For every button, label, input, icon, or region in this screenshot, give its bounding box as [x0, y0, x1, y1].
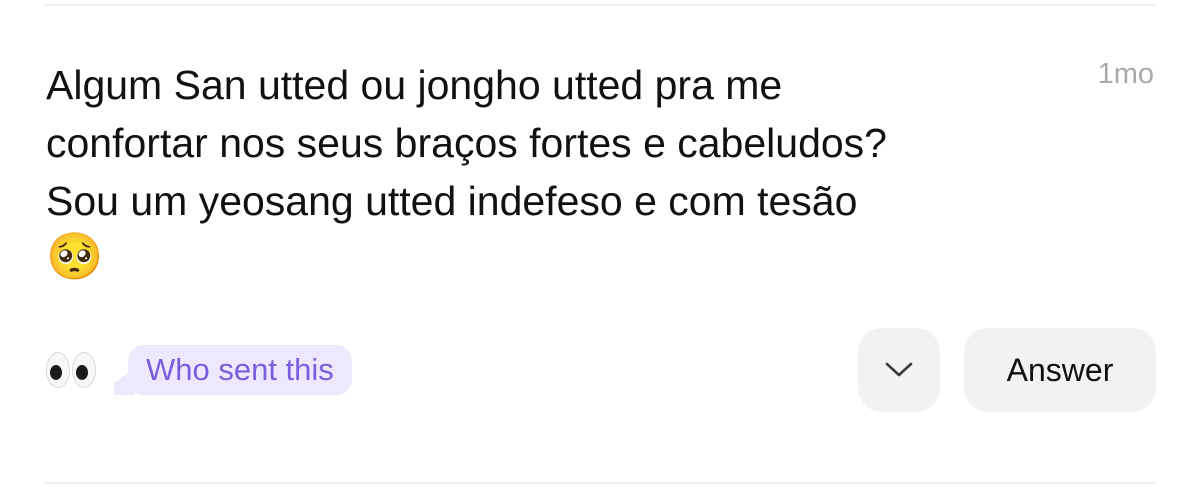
eyes-icon — [44, 350, 100, 390]
question-text: Algum San utted ou jongho utted pra me c… — [46, 62, 887, 224]
question-card: Algum San utted ou jongho utted pra me c… — [0, 0, 1200, 487]
top-divider — [45, 4, 1155, 6]
who-sent-this-label: Who sent this — [146, 352, 334, 387]
pleading-face-icon: 🥺 — [46, 229, 104, 283]
bottom-divider — [45, 482, 1155, 484]
answer-button[interactable]: Answer — [964, 328, 1156, 412]
answer-button-label: Answer — [1006, 352, 1114, 388]
more-options-button[interactable] — [858, 328, 940, 412]
chevron-down-icon — [885, 362, 913, 377]
timestamp: 1mo — [1097, 58, 1154, 90]
who-sent-this-button[interactable]: Who sent this — [128, 345, 352, 395]
